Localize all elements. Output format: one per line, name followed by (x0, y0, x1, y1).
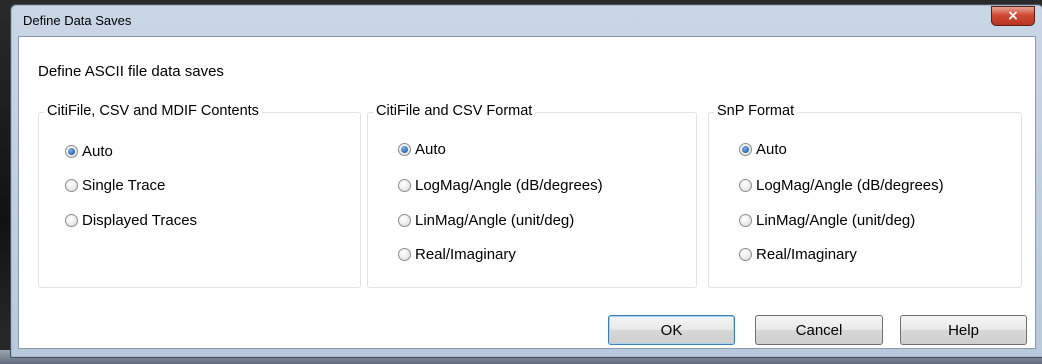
radio-button-checked[interactable] (65, 145, 78, 158)
dialog-titlebar[interactable]: Define Data Saves × (11, 5, 1042, 37)
radio-button[interactable] (398, 248, 411, 261)
radio-label: Auto (82, 143, 113, 160)
ok-button[interactable]: OK (608, 315, 735, 345)
radio-label: LinMag/Angle (unit/deg) (415, 212, 575, 229)
group-label-citifile-csv-format: CitiFile and CSV Format (373, 103, 536, 119)
group-label-snp-format: SnP Format (714, 103, 798, 119)
radio-contents-auto[interactable]: Auto (65, 143, 113, 160)
radio-format-logmag[interactable]: LogMag/Angle (dB/degrees) (398, 177, 603, 194)
radio-snp-linmag[interactable]: LinMag/Angle (unit/deg) (739, 212, 915, 229)
radio-label: Displayed Traces (82, 212, 198, 229)
radio-snp-real-imaginary[interactable]: Real/Imaginary (739, 246, 857, 263)
radio-label: Real/Imaginary (415, 246, 516, 263)
radio-button[interactable] (65, 214, 78, 227)
group-snp-format: SnP Format Auto LogMag/Angle (dB/degrees… (708, 103, 1022, 288)
define-data-saves-dialog: Define Data Saves × Define ASCII file da… (10, 4, 1042, 358)
help-button[interactable]: Help (900, 315, 1027, 345)
radio-snp-auto[interactable]: Auto (739, 141, 787, 158)
radio-label: LogMag/Angle (dB/degrees) (756, 177, 944, 194)
radio-button[interactable] (398, 179, 411, 192)
radio-button[interactable] (739, 179, 752, 192)
radio-button[interactable] (65, 179, 78, 192)
radio-button[interactable] (398, 214, 411, 227)
radio-button-checked[interactable] (398, 143, 411, 156)
radio-label: LinMag/Angle (unit/deg) (756, 212, 916, 229)
dialog-client-area: Define ASCII file data saves CitiFile, C… (18, 36, 1036, 349)
radio-snp-logmag[interactable]: LogMag/Angle (dB/degrees) (739, 177, 944, 194)
close-button[interactable]: × (991, 6, 1035, 26)
dialog-title: Define Data Saves (23, 13, 132, 28)
radio-label: LogMag/Angle (dB/degrees) (415, 177, 603, 194)
radio-label: Auto (756, 141, 787, 158)
radio-label: Single Trace (82, 177, 166, 194)
radio-label: Auto (415, 141, 446, 158)
radio-button[interactable] (739, 214, 752, 227)
radio-label: Real/Imaginary (756, 246, 857, 263)
group-label-contents: CitiFile, CSV and MDIF Contents (44, 103, 262, 119)
radio-format-real-imaginary[interactable]: Real/Imaginary (398, 246, 516, 263)
radio-button[interactable] (739, 248, 752, 261)
group-contents: CitiFile, CSV and MDIF Contents Auto Sin… (38, 103, 361, 288)
group-citifile-csv-format: CitiFile and CSV Format Auto LogMag/Angl… (367, 103, 697, 288)
cancel-button[interactable]: Cancel (755, 315, 883, 345)
close-icon: × (1007, 8, 1019, 24)
dialog-header-text: Define ASCII file data saves (38, 63, 224, 80)
radio-button-checked[interactable] (739, 143, 752, 156)
radio-contents-single-trace[interactable]: Single Trace (65, 177, 165, 194)
radio-contents-displayed-traces[interactable]: Displayed Traces (65, 212, 197, 229)
radio-format-auto[interactable]: Auto (398, 141, 446, 158)
radio-format-linmag[interactable]: LinMag/Angle (unit/deg) (398, 212, 574, 229)
